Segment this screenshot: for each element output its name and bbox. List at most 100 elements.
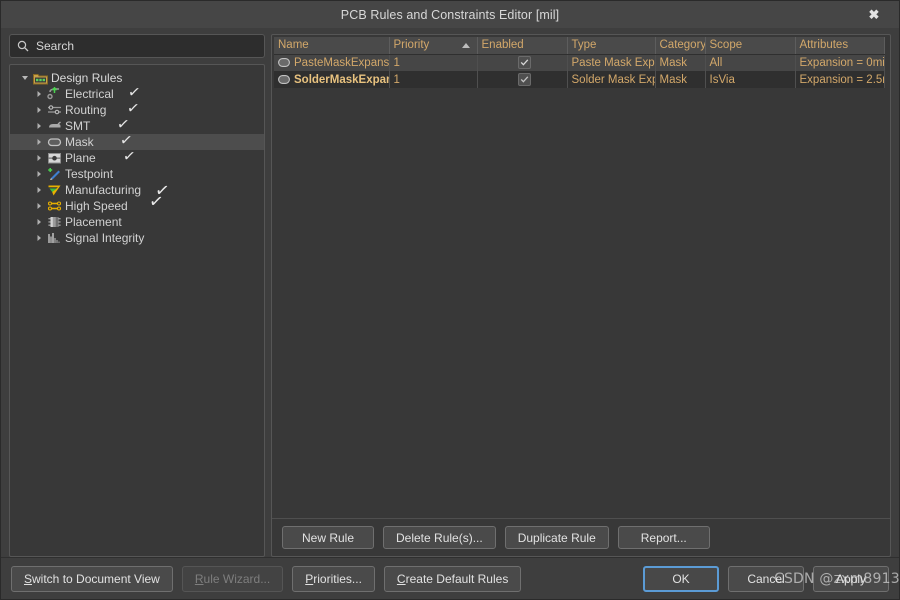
search-input[interactable]: Search bbox=[36, 39, 74, 53]
cell-name-text: SolderMaskExpansi bbox=[294, 73, 388, 86]
chevron-down-icon[interactable] bbox=[18, 74, 32, 82]
cell-name[interactable]: PasteMaskExpansio bbox=[274, 54, 390, 71]
sort-ascending-icon bbox=[461, 43, 470, 48]
design-rules-folder-icon bbox=[32, 72, 49, 85]
cell-enabled[interactable] bbox=[477, 71, 568, 88]
tree-item-label: Mask bbox=[65, 135, 94, 149]
ok-button[interactable]: OK bbox=[643, 565, 719, 592]
rules-grid[interactable]: Name Priority Enabled Type Category Scop… bbox=[274, 37, 885, 88]
tree-item-label: Plane bbox=[65, 151, 96, 165]
accel-key: S bbox=[24, 571, 33, 586]
table-row[interactable]: SolderMaskExpansi 1 Solder Mask Exp Mask bbox=[274, 71, 885, 88]
mask-icon bbox=[46, 135, 63, 149]
tree-item-placement[interactable]: Placement bbox=[10, 214, 264, 230]
switch-to-document-view-label: witch to Document View bbox=[32, 571, 160, 586]
cell-name[interactable]: SolderMaskExpansi bbox=[274, 71, 390, 88]
enabled-checkbox[interactable] bbox=[517, 73, 531, 86]
priorities-label: riorities... bbox=[313, 571, 362, 586]
column-header-name[interactable]: Name bbox=[274, 37, 390, 55]
tree-item-design-rules[interactable]: Design Rules bbox=[10, 70, 264, 86]
cell-scope[interactable]: IsVia bbox=[705, 71, 796, 88]
chevron-right-icon[interactable] bbox=[32, 170, 46, 178]
tree-item-manufacturing[interactable]: Manufacturing ✓ bbox=[10, 180, 264, 202]
tree-item-routing[interactable]: Routing ✓ bbox=[10, 98, 264, 118]
rule-action-buttons: New Rule Delete Rule(s)... Duplicate Rul… bbox=[272, 518, 890, 556]
rule-wizard-label: ule Wizard... bbox=[203, 571, 271, 586]
chevron-right-icon[interactable] bbox=[32, 106, 46, 114]
smt-icon bbox=[46, 119, 63, 133]
handwritten-check-icon: ✓ bbox=[126, 82, 142, 102]
chevron-right-icon[interactable] bbox=[32, 186, 46, 194]
cell-priority[interactable]: 1 bbox=[389, 54, 478, 71]
tree-item-label: Manufacturing bbox=[65, 183, 142, 197]
handwritten-check-icon: ✓ bbox=[121, 146, 137, 166]
tree-item-label: Electrical bbox=[65, 87, 114, 101]
search-box[interactable]: Search bbox=[9, 34, 265, 58]
cell-type[interactable]: Paste Mask Expa bbox=[567, 54, 656, 71]
enabled-checkbox[interactable] bbox=[517, 56, 531, 70]
signal-integrity-icon bbox=[46, 231, 63, 245]
apply-button[interactable]: Apply bbox=[813, 565, 889, 592]
column-header-scope[interactable]: Scope bbox=[705, 37, 796, 55]
tree-item-label: SMT bbox=[65, 119, 91, 133]
table-row[interactable]: PasteMaskExpansio 1 Paste Mask Expa Mask bbox=[274, 54, 885, 71]
cell-attributes[interactable]: Expansion = 0mi bbox=[795, 54, 885, 71]
grid-header-row: Name Priority Enabled Type Category Scop… bbox=[274, 37, 885, 55]
chevron-right-icon[interactable] bbox=[32, 154, 46, 162]
duplicate-rule-button[interactable]: Duplicate Rule bbox=[504, 526, 609, 549]
grid-empty-area bbox=[274, 88, 888, 516]
tree-item-high-speed[interactable]: High Speed ✓ bbox=[10, 191, 264, 214]
dialog-footer: Switch to Document View Rule Wizard... P… bbox=[1, 557, 899, 599]
column-header-priority[interactable]: Priority bbox=[389, 37, 478, 55]
left-pane: Search Design Rules Electrical ✓ Routing… bbox=[9, 34, 265, 557]
rule-wizard-button: Rule Wizard... bbox=[181, 565, 284, 592]
handwritten-check-icon: ✓ bbox=[125, 98, 141, 118]
cell-category[interactable]: Mask bbox=[655, 71, 706, 88]
priorities-button[interactable]: Priorities... bbox=[292, 565, 375, 592]
tree-item-signal-integrity[interactable]: Signal Integrity bbox=[10, 230, 264, 246]
chevron-right-icon[interactable] bbox=[32, 202, 46, 210]
tree-item-plane[interactable]: Plane ✓ bbox=[10, 146, 264, 166]
dialog-body: Search Design Rules Electrical ✓ Routing… bbox=[1, 28, 899, 557]
design-rules-tree[interactable]: Design Rules Electrical ✓ Routing ✓ SMT … bbox=[9, 64, 265, 557]
placement-icon bbox=[46, 215, 63, 229]
tree-item-smt[interactable]: SMT ✓ bbox=[10, 114, 264, 134]
cancel-button[interactable]: Cancel bbox=[728, 565, 804, 592]
tree-item-testpoint[interactable]: Testpoint bbox=[10, 166, 264, 182]
testpoint-icon bbox=[46, 167, 63, 181]
column-header-attributes[interactable]: Attributes bbox=[795, 37, 885, 55]
cell-priority[interactable]: 1 bbox=[389, 71, 478, 88]
handwritten-check-icon: ✓ bbox=[115, 114, 131, 134]
column-header-priority-label: Priority bbox=[393, 39, 430, 52]
create-default-rules-button[interactable]: Create Default Rules bbox=[383, 565, 522, 592]
cell-enabled[interactable] bbox=[477, 54, 568, 71]
cell-scope[interactable]: All bbox=[705, 54, 796, 71]
pcb-rules-dialog: PCB Rules and Constraints Editor [mil] ✖… bbox=[0, 0, 900, 600]
chevron-right-icon[interactable] bbox=[32, 122, 46, 130]
footer-right-buttons: OK Cancel Apply bbox=[643, 565, 889, 592]
chevron-right-icon[interactable] bbox=[32, 234, 46, 242]
switch-to-document-view-button[interactable]: Switch to Document View bbox=[11, 565, 173, 592]
title-bar: PCB Rules and Constraints Editor [mil] ✖ bbox=[1, 1, 899, 28]
column-header-category[interactable]: Category bbox=[655, 37, 706, 55]
cell-attributes[interactable]: Expansion = 2.5r bbox=[795, 71, 885, 88]
high-speed-icon bbox=[46, 199, 63, 213]
cell-type[interactable]: Solder Mask Exp bbox=[567, 71, 656, 88]
delete-rules-button[interactable]: Delete Rule(s)... bbox=[383, 526, 496, 549]
report-button[interactable]: Report... bbox=[617, 526, 710, 549]
tree-item-electrical[interactable]: Electrical ✓ bbox=[10, 82, 264, 102]
accel-key: R bbox=[194, 571, 204, 586]
close-icon[interactable]: ✖ bbox=[863, 5, 885, 25]
handwritten-check-icon: ✓ bbox=[118, 130, 134, 150]
tree-item-label: Routing bbox=[65, 103, 107, 117]
cell-category[interactable]: Mask bbox=[655, 54, 706, 71]
chevron-right-icon[interactable] bbox=[32, 218, 46, 226]
chevron-right-icon[interactable] bbox=[32, 138, 46, 146]
tree-item-mask[interactable]: Mask ✓ bbox=[10, 130, 264, 150]
create-default-rules-label: reate Default Rules bbox=[405, 571, 509, 586]
column-header-type[interactable]: Type bbox=[567, 37, 656, 55]
chevron-right-icon[interactable] bbox=[32, 90, 46, 98]
new-rule-button[interactable]: New Rule bbox=[282, 526, 374, 549]
right-pane: Name Priority Enabled Type Category Scop… bbox=[271, 34, 891, 557]
column-header-enabled[interactable]: Enabled bbox=[477, 37, 568, 55]
